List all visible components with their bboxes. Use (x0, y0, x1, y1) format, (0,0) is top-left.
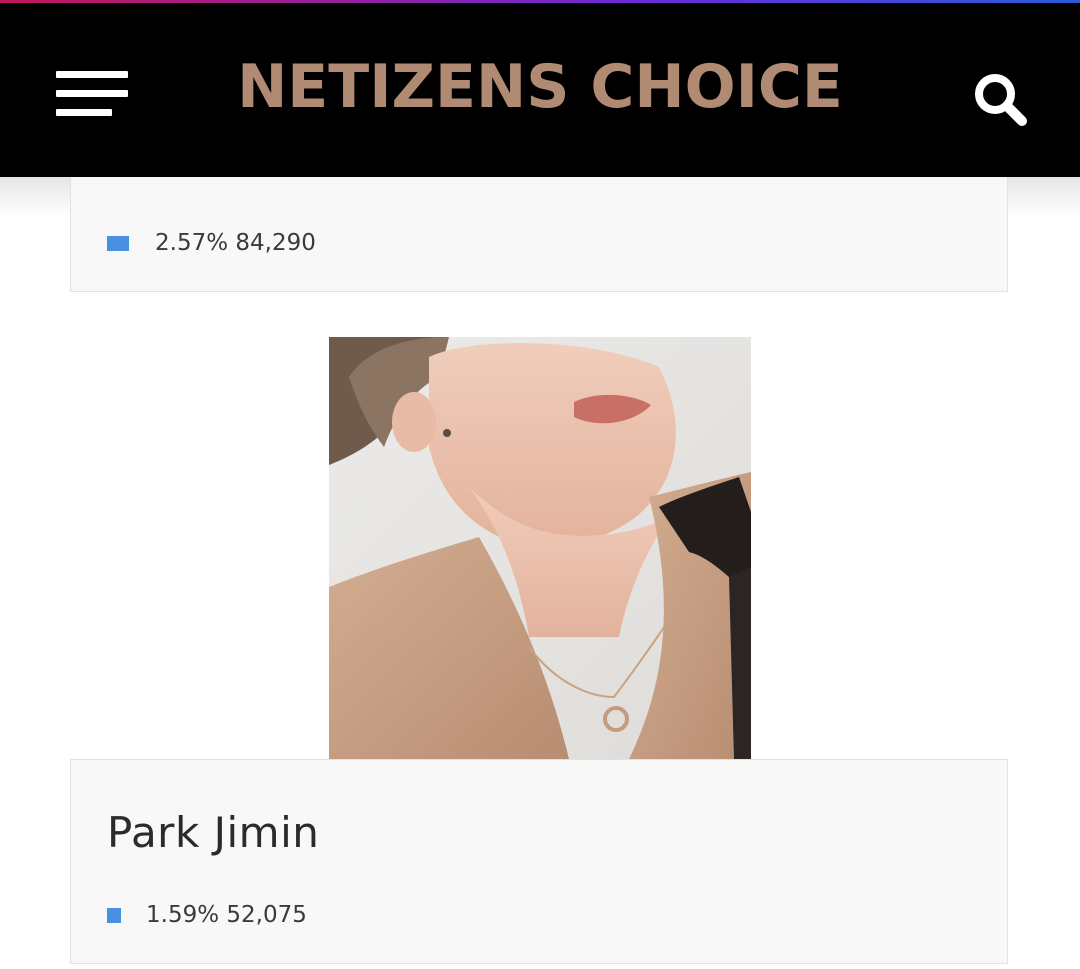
vote-stat-text: 2.57% 84,290 (155, 230, 316, 256)
vote-stat: 1.59% 52,075 (107, 900, 307, 930)
vote-stat: 2.57% 84,290 (107, 228, 316, 258)
site-logo[interactable]: NETIZENS CHOICE (0, 51, 1080, 123)
vote-result-card: Park Jimin 1.59% 52,075 (70, 759, 1008, 964)
vote-result-card: 2.57% 84,290 (70, 177, 1008, 292)
candidate-name: Park Jimin (107, 808, 320, 857)
site-header: NETIZENS CHOICE (0, 3, 1080, 177)
search-icon[interactable] (968, 67, 1032, 131)
portrait-photo (329, 337, 751, 759)
vote-stat-text: 1.59% 52,075 (146, 902, 307, 928)
vote-bar (107, 235, 129, 251)
vote-bar (107, 907, 121, 923)
